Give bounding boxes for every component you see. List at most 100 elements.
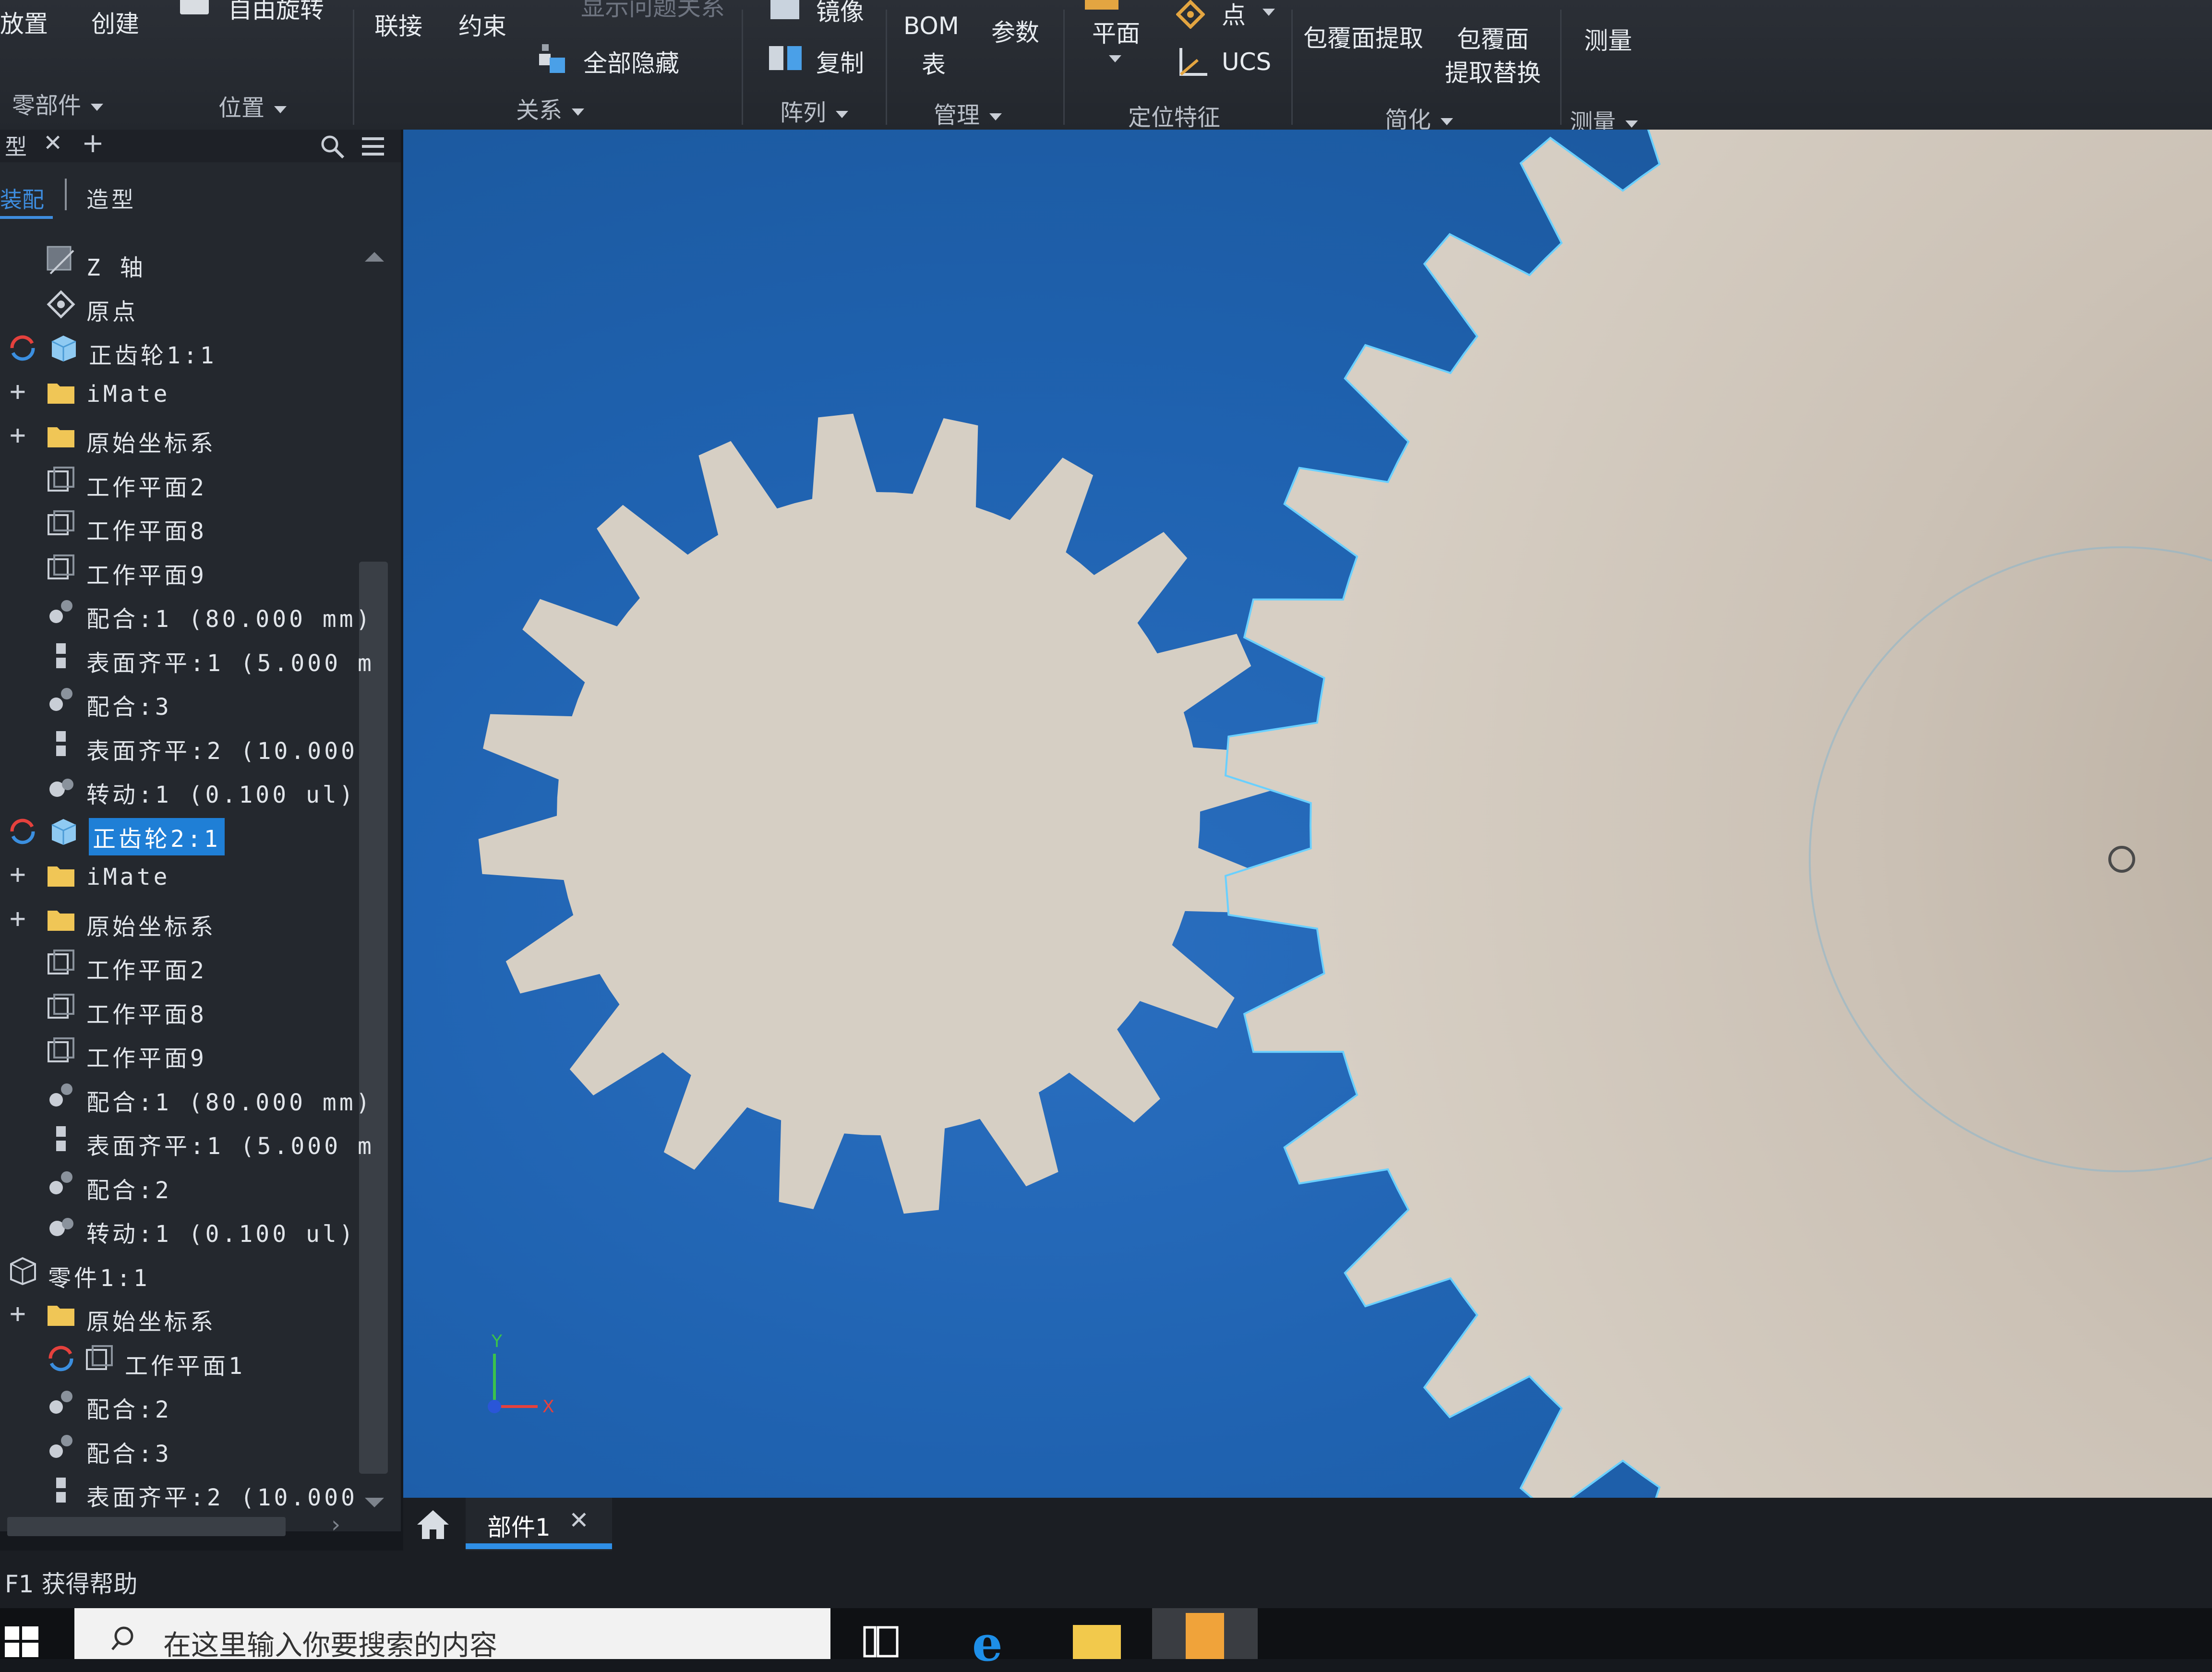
folder-icon — [46, 860, 76, 890]
tree-node[interactable]: 正齿轮2:1 — [0, 811, 384, 855]
part-icon — [48, 816, 79, 847]
mate-constraint-icon — [46, 1387, 76, 1418]
tree-node[interactable]: 配合:2 — [0, 1382, 384, 1423]
tree-node[interactable]: 配合:1 (80.000 mm) — [0, 591, 384, 633]
tree-node[interactable]: 原点 — [0, 284, 384, 325]
tree-node[interactable]: + iMate — [0, 855, 384, 895]
tree-node[interactable]: 零件1:1 — [0, 1251, 384, 1292]
point-button[interactable]: 点 — [1222, 0, 1246, 31]
ribbon-separator — [1560, 10, 1562, 125]
add-panel-icon[interactable]: + — [82, 128, 104, 159]
ribbon-separator — [353, 10, 354, 125]
tree-node[interactable]: 表面齐平:2 (10.000 — [0, 1470, 384, 1511]
group-relations[interactable]: 关系 — [516, 91, 585, 125]
origin-point-icon — [46, 289, 76, 320]
constrain-button[interactable]: 约束 — [458, 7, 506, 42]
task-view-icon[interactable] — [862, 1623, 900, 1659]
hide-all-button[interactable]: 全部隐藏 — [583, 44, 679, 79]
windows-start-icon[interactable] — [0, 1623, 43, 1659]
tree-node[interactable]: 转动:1 (0.100 ul) — [0, 1206, 384, 1248]
group-manage[interactable]: 管理 — [934, 96, 1002, 130]
search-icon[interactable] — [319, 133, 346, 160]
parameters-button[interactable]: 参数 — [991, 13, 1039, 48]
copy-icon — [768, 42, 804, 73]
home-icon[interactable] — [415, 1507, 451, 1541]
tree-node[interactable]: 工作平面8 — [0, 987, 384, 1028]
point-dropdown-arrow[interactable] — [1262, 9, 1275, 16]
small-spur-gear[interactable] — [478, 413, 1279, 1214]
mirror-button[interactable]: 镜像 — [816, 0, 864, 27]
tree-node[interactable]: 配合:1 (80.000 mm) — [0, 1075, 384, 1116]
free-rotate-button[interactable]: 自由旋转 — [228, 0, 324, 25]
graphics-viewport[interactable]: Y X — [403, 130, 2212, 1498]
expand-node-icon[interactable]: + — [10, 376, 26, 407]
tree-node[interactable]: 工作平面9 — [0, 1031, 384, 1072]
place-button[interactable]: 放置 — [0, 5, 48, 39]
group-position[interactable]: 位置 — [218, 89, 287, 122]
tree-node[interactable]: + iMate — [0, 372, 384, 412]
tree-node[interactable]: Z 轴 — [0, 240, 384, 281]
tree-node-label: 工作平面8 — [86, 518, 207, 545]
copy-button[interactable]: 复制 — [816, 44, 864, 79]
folder-icon — [46, 377, 76, 408]
inventor-taskbar-button[interactable] — [1152, 1608, 1258, 1659]
tree-node-label: 表面齐平:1 (5.000 m — [86, 1133, 374, 1160]
expand-node-icon[interactable]: + — [10, 1298, 26, 1329]
tree-node[interactable]: 配合:2 — [0, 1163, 384, 1204]
tree-node[interactable]: 工作平面2 — [0, 460, 384, 501]
close-icon[interactable]: ✕ — [43, 130, 62, 156]
tree-node[interactable]: 表面齐平:1 (5.000 m — [0, 636, 384, 677]
taskbar-search-box[interactable]: 在这里输入你要搜索的内容 — [74, 1608, 830, 1661]
create-button[interactable]: 创建 — [91, 5, 139, 39]
edge-browser-icon[interactable]: e — [972, 1615, 1003, 1672]
ucs-button[interactable]: UCS — [1222, 48, 1271, 76]
doc-tab-assembly1[interactable]: 部件1 ✕ — [466, 1498, 612, 1551]
tree-node[interactable]: 工作平面2 — [0, 943, 384, 984]
tree-node[interactable]: 工作平面9 — [0, 548, 384, 589]
tree-node-label: 工作平面2 — [86, 474, 207, 501]
measure-button[interactable]: 测量 — [1584, 22, 1632, 56]
group-work-features: 定位特征 — [1128, 104, 1221, 131]
plane-dropdown-arrow[interactable] — [1109, 55, 1121, 62]
tree-node-label: 转动:1 (0.100 ul) — [86, 1221, 356, 1248]
shrinkwrap-substitute-line2: 提取替换 — [1445, 59, 1541, 87]
large-spur-gear[interactable] — [1224, 130, 2212, 1498]
tab-modeling[interactable]: 造型 — [86, 182, 136, 214]
tree-node[interactable]: 转动:1 (0.100 ul) — [0, 767, 384, 808]
doc-tab-close-icon[interactable]: ✕ — [569, 1506, 589, 1534]
tab-assembly[interactable]: 装配 — [0, 182, 44, 214]
tree-node[interactable]: 工作平面8 — [0, 504, 384, 545]
expand-node-icon[interactable]: + — [10, 420, 26, 451]
mate-constraint-icon — [46, 1080, 76, 1110]
tree-node[interactable]: 表面齐平:2 (10.000 — [0, 723, 384, 765]
browser-header: 型 ✕ + — [0, 128, 401, 162]
file-explorer-icon[interactable] — [1073, 1625, 1121, 1659]
scroll-right-icon[interactable]: › — [331, 1511, 340, 1538]
shrinkwrap-substitute-button[interactable]: 包覆面 — [1457, 20, 1529, 55]
tree-node[interactable]: 表面齐平:1 (5.000 m — [0, 1119, 384, 1160]
shrinkwrap-button[interactable]: 包覆面提取 — [1303, 19, 1423, 54]
show-relations-button[interactable]: 显示问题关系 — [581, 0, 725, 23]
tree-node[interactable]: 工作平面1 — [0, 1338, 384, 1380]
flush-constraint-icon — [46, 1475, 76, 1505]
tree-node-label: 原点 — [86, 298, 139, 325]
group-component[interactable]: 零部件 — [12, 86, 104, 120]
mirror-icon — [770, 0, 799, 19]
group-pattern[interactable]: 阵列 — [780, 94, 849, 127]
tree-node[interactable]: + 原始坐标系 — [0, 899, 384, 940]
tab-assembly-underline — [0, 216, 53, 219]
plane-button[interactable]: 平面 — [1092, 14, 1140, 49]
joint-button[interactable]: 联接 — [374, 7, 422, 42]
tree-node[interactable]: 配合:3 — [0, 1426, 384, 1468]
tree-node[interactable]: + 原始坐标系 — [0, 1294, 384, 1335]
menu-icon[interactable] — [360, 134, 386, 158]
part-outline-icon — [7, 1255, 38, 1286]
tree-node[interactable]: 正齿轮1:1 — [0, 328, 384, 369]
horizontal-scrollbar[interactable] — [7, 1517, 286, 1536]
expand-node-icon[interactable]: + — [10, 903, 26, 934]
expand-node-icon[interactable]: + — [10, 859, 26, 890]
doc-tab-label: 部件1 — [487, 1514, 551, 1541]
tree-node[interactable]: 配合:3 — [0, 679, 384, 721]
tree-node[interactable]: + 原始坐标系 — [0, 416, 384, 457]
bom-button[interactable]: BOM — [903, 12, 959, 40]
